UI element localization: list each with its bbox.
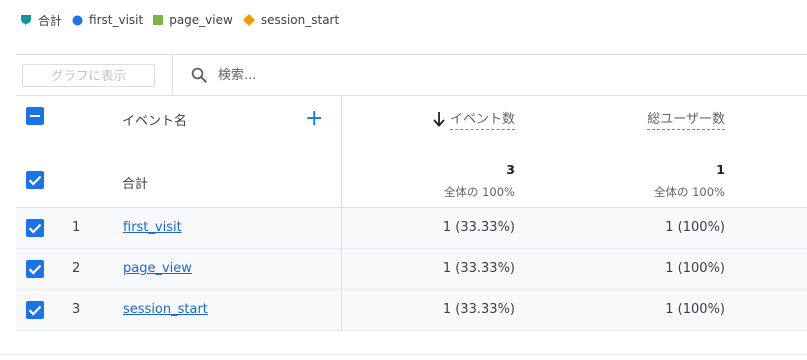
event-name-link[interactable]: session_start [123, 302, 208, 317]
event-name-link[interactable]: page_view [123, 261, 192, 276]
diamond-icon [242, 14, 255, 26]
legend-item-session-start[interactable]: session_start [242, 13, 340, 27]
table-row[interactable]: 3 session_start 1 (33.33%) 1 (100%) [16, 290, 807, 331]
total-users-count: 1 [716, 162, 725, 177]
legend-item-page-view[interactable]: page_view [153, 13, 233, 27]
circle-icon [72, 15, 83, 25]
table-header: イベント名 + イベント数 総ユーザー数 合計 3 全体の 100% 1 全体の… [16, 95, 807, 207]
total-users-cell: 1 (100%) [665, 261, 725, 276]
checkmark-icon [28, 223, 42, 234]
event-count-header[interactable]: イベント数 [432, 108, 515, 130]
event-count-header-label: イベント数 [449, 108, 515, 130]
row-index: 3 [72, 302, 81, 317]
select-all-checkbox[interactable] [26, 107, 44, 125]
event-count-cell: 1 (33.33%) [442, 261, 515, 276]
checkmark-icon [28, 305, 42, 316]
row-checkbox[interactable] [26, 219, 44, 237]
total-event-count: 3 [506, 162, 515, 177]
row-checkbox[interactable] [26, 260, 44, 278]
table-row[interactable]: 2 page_view 1 (33.33%) 1 (100%) [16, 249, 807, 290]
legend-label: 合計 [38, 13, 63, 28]
chart-legend: 合計 first_visit page_view session_start [20, 11, 349, 29]
teardrop-icon [20, 14, 31, 26]
total-users-share: 全体の 100% [653, 185, 725, 199]
legend-item-first-visit[interactable]: first_visit [72, 13, 143, 27]
checkmark-icon [28, 264, 42, 275]
total-row-checkbox[interactable] [26, 171, 44, 189]
row-index: 1 [72, 220, 81, 235]
legend-item-total[interactable]: 合計 [20, 12, 62, 29]
arrow-down-icon [433, 112, 445, 127]
add-dimension-button[interactable]: + [305, 108, 323, 130]
events-table: イベント名 + イベント数 総ユーザー数 合計 3 全体の 100% 1 全体の… [16, 95, 807, 331]
table-row[interactable]: 1 first_visit 1 (33.33%) 1 (100%) [16, 208, 807, 249]
event-name-link[interactable]: first_visit [123, 220, 182, 235]
bottom-divider [0, 354, 807, 355]
toolbar-divider [172, 55, 173, 95]
search-icon [191, 67, 207, 83]
event-name-header[interactable]: イベント名 [122, 110, 187, 129]
total-event-count-share: 全体の 100% [443, 185, 515, 199]
legend-label: session_start [260, 13, 340, 27]
column-divider [341, 95, 342, 330]
search-input[interactable] [218, 65, 618, 85]
legend-label: first_visit [89, 13, 144, 27]
total-users-cell: 1 (100%) [665, 302, 725, 317]
plot-rows-button[interactable]: グラフに表示 [22, 64, 155, 87]
total-row-label: 合計 [122, 177, 149, 192]
checkmark-icon [28, 175, 42, 186]
event-count-cell: 1 (33.33%) [442, 220, 515, 235]
row-index: 2 [72, 261, 81, 276]
indeterminate-icon [30, 115, 40, 117]
total-users-header[interactable]: 総ユーザー数 [647, 108, 725, 130]
square-icon [153, 15, 164, 25]
table-toolbar: グラフに表示 [16, 54, 807, 95]
legend-label: page_view [169, 13, 233, 27]
row-checkbox[interactable] [26, 301, 44, 319]
event-count-cell: 1 (33.33%) [442, 302, 515, 317]
total-users-cell: 1 (100%) [665, 220, 725, 235]
